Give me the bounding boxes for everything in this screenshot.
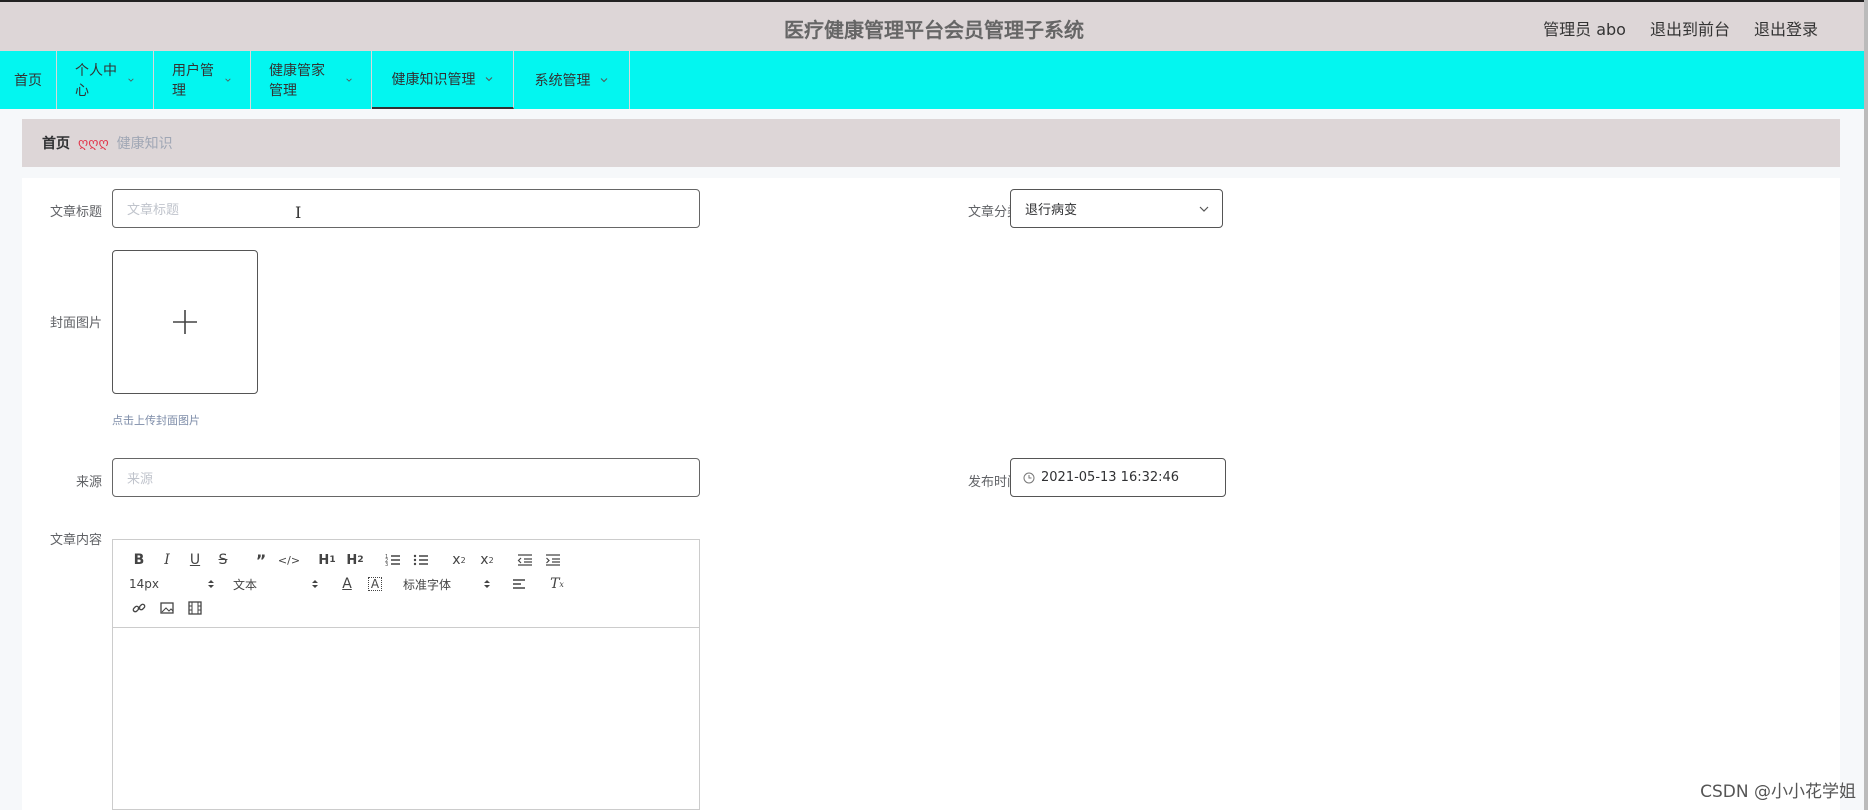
clock-icon [1023,472,1035,483]
exit-to-front-link[interactable]: 退出到前台 [1650,16,1730,40]
indent-icon[interactable] [539,549,567,571]
cover-hint: 点击上传封面图片 [112,414,200,427]
chevron-down-icon [225,78,231,82]
cover-label: 封面图片 [49,316,102,331]
editor-content-area[interactable] [113,628,699,809]
page-scrollbar[interactable] [1864,0,1868,810]
align-left-icon[interactable] [505,573,533,595]
nav-item-home[interactable]: 首页 [0,51,57,109]
bullet-list-icon[interactable] [407,549,435,571]
current-user: 管理员 abo [1543,20,1626,39]
cover-upload[interactable] [112,250,258,394]
title-input[interactable]: 文章标题 [112,189,700,228]
up-down-arrows-icon [208,580,214,588]
font-color-icon[interactable]: A [333,573,361,595]
rich-text-editor: B I U S ” </> H1 H2 123 x2 x2 14px 文本 A … [112,539,700,810]
nav-item-health-steward-management[interactable]: 健康管家管理 [251,51,372,109]
bold-icon[interactable]: B [125,549,153,571]
logout-link[interactable]: 退出登录 [1754,16,1818,40]
category-label: 文章分类 [967,205,1020,220]
breadcrumb-current: 健康知识 [116,136,173,152]
plus-icon [173,310,197,334]
title-placeholder: 文章标题 [127,203,180,218]
subscript-icon[interactable]: x2 [445,549,473,571]
main-nav: 首页 个人中心 用户管理 健康管家管理 健康知识管理 系统管理 [0,51,1864,109]
superscript-icon[interactable]: x2 [473,549,501,571]
underline-icon[interactable]: U [181,549,209,571]
chevron-down-icon [485,77,492,82]
publish-time-picker[interactable]: 2021-05-13 16:32:46 [1010,458,1226,497]
text-cursor-icon: I [295,203,302,222]
image-icon[interactable] [153,597,181,619]
nav-item-user-management[interactable]: 用户管理 [154,51,251,109]
category-value: 退行病变 [1025,203,1078,218]
header-actions: 管理员 abo 退出到前台 退出登录 [1543,16,1818,40]
link-icon[interactable] [125,597,153,619]
watermark: CSDN @小小花学姐 [1700,782,1856,802]
heading1-icon[interactable]: H1 [313,549,341,571]
header-style-select[interactable]: 文本 [229,573,323,595]
video-icon[interactable] [181,597,209,619]
code-block-icon[interactable]: </> [275,549,303,571]
font-family-select[interactable]: 标准字体 [399,573,495,595]
nav-item-label: 首页 [14,73,42,89]
nav-item-label: 健康管家管理 [269,63,325,99]
content-label: 文章内容 [49,533,102,548]
nav-item-system-management[interactable]: 系统管理 [514,51,630,109]
source-label: 来源 [75,475,102,490]
up-down-arrows-icon [312,580,318,588]
outdent-icon[interactable] [511,549,539,571]
nav-item-label: 用户管理 [172,63,214,99]
header-style-value: 文本 [233,577,258,592]
heading2-icon[interactable]: H2 [341,549,369,571]
ordered-list-icon[interactable]: 123 [379,549,407,571]
title-label: 文章标题 [49,205,102,220]
publish-time-value: 2021-05-13 16:32:46 [1041,470,1180,485]
article-form: 文章标题 文章标题 I 文章分类 退行病变 封面图片 点击上传封面图片 来源 来… [22,178,1840,810]
font-family-value: 标准字体 [403,577,452,592]
svg-text:3: 3 [385,562,388,567]
chevron-down-icon [1199,206,1209,212]
up-down-arrows-icon [484,580,490,588]
editor-toolbar: B I U S ” </> H1 H2 123 x2 x2 14px 文本 A … [113,540,699,628]
breadcrumb: 首页 ღღღ 健康知识 [22,119,1840,167]
source-placeholder: 来源 [127,472,154,487]
breadcrumb-home[interactable]: 首页 [42,133,70,153]
source-input[interactable]: 来源 [112,458,700,497]
font-size-value: 14px [129,577,159,591]
publish-time-label: 发布时间 [967,475,1020,490]
nav-item-label: 个人中心 [75,63,117,99]
chevron-down-icon [128,78,134,82]
chevron-down-icon [600,78,607,83]
blockquote-icon[interactable]: ” [247,549,275,571]
nav-item-personal-center[interactable]: 个人中心 [57,51,154,109]
strikethrough-icon[interactable]: S [209,549,237,571]
nav-item-health-knowledge-management[interactable]: 健康知识管理 [372,51,514,109]
font-size-select[interactable]: 14px [125,573,219,595]
background-color-icon[interactable]: A [368,577,382,591]
top-header: 医疗健康管理平台会员管理子系统 管理员 abo 退出到前台 退出登录 [0,0,1868,51]
chevron-down-icon [346,78,352,82]
nav-item-label: 系统管理 [534,73,591,89]
category-select[interactable]: 退行病变 [1010,189,1223,228]
breadcrumb-separator-icon: ღღღ [78,135,109,151]
clear-format-icon[interactable]: Tx [543,573,571,595]
italic-icon[interactable]: I [153,549,181,571]
nav-item-label: 健康知识管理 [391,72,476,88]
